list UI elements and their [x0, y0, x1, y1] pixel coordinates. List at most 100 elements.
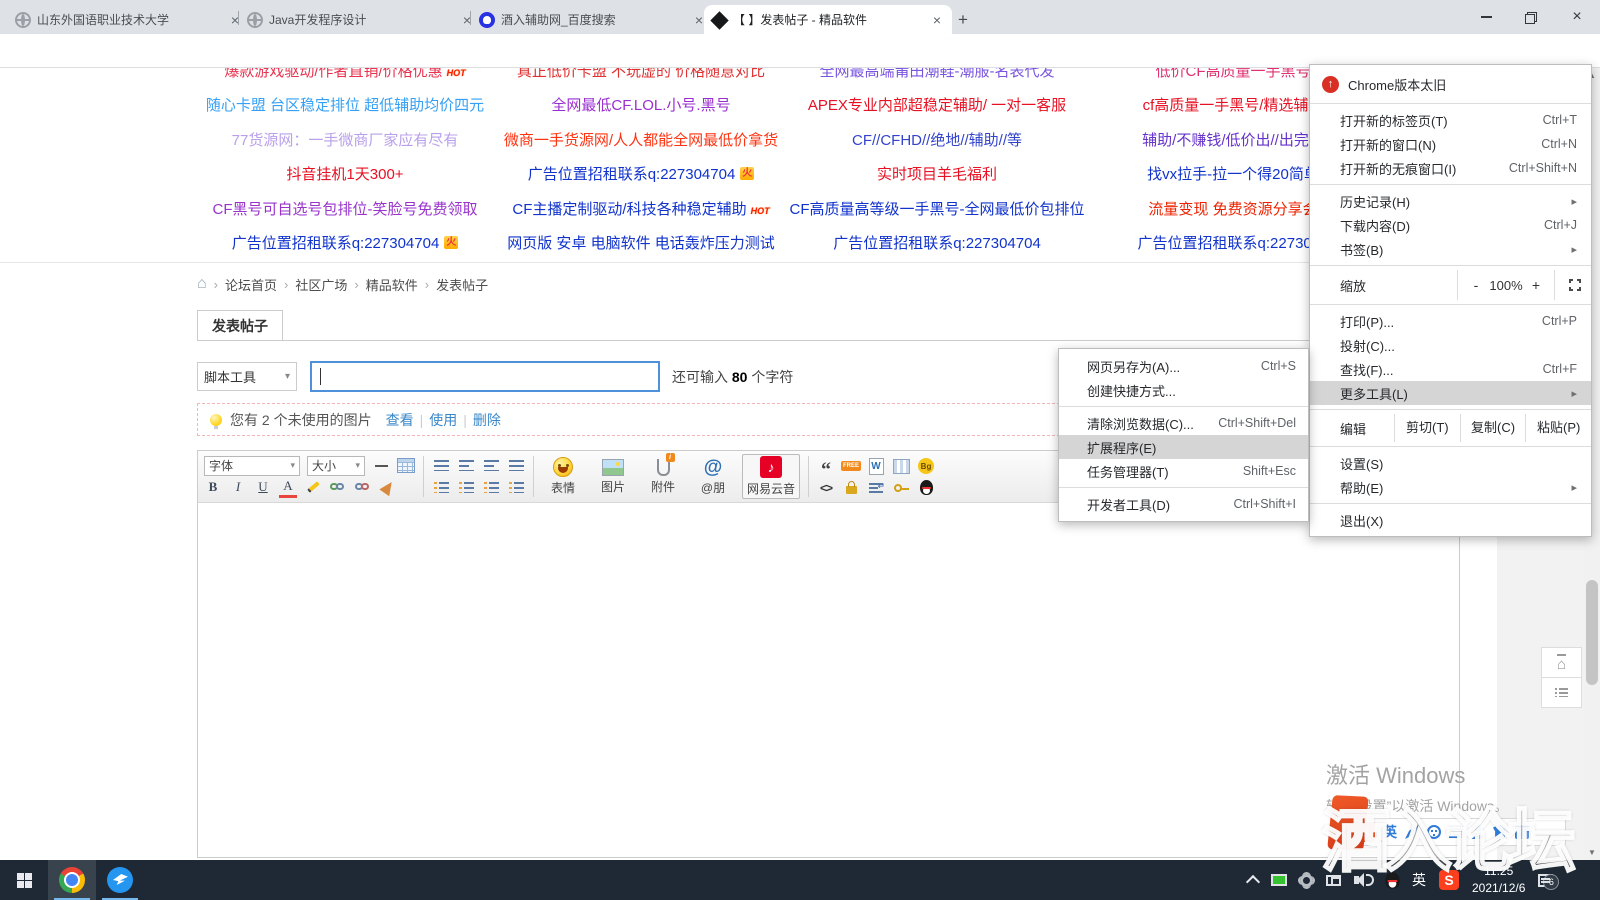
breadcrumb-section[interactable]: 精品软件: [366, 275, 418, 294]
size-select[interactable]: 大小▾: [307, 456, 365, 476]
breadcrumb-community[interactable]: 社区广场: [295, 275, 347, 294]
ad-link[interactable]: 真正低价卡盟 不玩虚的 价格随意对比: [493, 68, 789, 87]
menu-item-cast[interactable]: 投射(C)...: [1310, 333, 1591, 357]
ad-link[interactable]: 实时项目羊毛福利: [789, 156, 1085, 190]
ad-link[interactable]: APEX专业内部超稳定辅助/ 一对一客服: [789, 87, 1085, 121]
maximize-button[interactable]: [1509, 0, 1554, 34]
ad-link[interactable]: 77货源网：一手微商厂家应有尽有: [197, 122, 493, 156]
remove-link-button[interactable]: [354, 478, 372, 496]
ad-link[interactable]: CF黑号可自选号包排位-笑脸号免费领取: [197, 191, 493, 225]
wrap-button[interactable]: [867, 479, 885, 497]
ordered-list-button[interactable]: [482, 478, 500, 496]
submenu-item-save-page[interactable]: 网页另存为(A)...Ctrl+S: [1059, 354, 1308, 378]
browser-tab-3[interactable]: 酒入辅助网_百度搜索 ×: [472, 5, 714, 34]
zoom-out-button[interactable]: -: [1468, 277, 1484, 293]
submenu-item-dev-tools[interactable]: 开发者工具(D)Ctrl+Shift+I: [1059, 492, 1308, 516]
submenu-item-task-manager[interactable]: 任务管理器(T)Shift+Esc: [1059, 459, 1308, 483]
menu-item-settings[interactable]: 设置(S): [1310, 451, 1591, 475]
ad-link[interactable]: 广告位置招租联系q:227304704火: [493, 156, 789, 190]
thread-list-button[interactable]: [1541, 677, 1582, 708]
ad-link[interactable]: 广告位置招租联系q:227304704火: [197, 225, 493, 259]
taskbar-dingtalk-button[interactable]: [96, 860, 144, 900]
insert-link-button[interactable]: [329, 478, 347, 496]
menu-item-find[interactable]: 查找(F)...Ctrl+F: [1310, 357, 1591, 381]
zoom-in-button[interactable]: +: [1528, 277, 1544, 293]
post-tab[interactable]: 发表帖子: [197, 310, 283, 341]
password-button[interactable]: [892, 479, 910, 497]
taskbar-chrome-button[interactable]: [48, 860, 96, 900]
settings-tray-icon[interactable]: [1300, 874, 1313, 887]
bold-button[interactable]: B: [204, 478, 222, 496]
menu-item-paste[interactable]: 粘贴(P): [1525, 414, 1591, 442]
submenu-item-clear-data[interactable]: 清除浏览数据(C)...Ctrl+Shift+Del: [1059, 411, 1308, 435]
word-doc-button[interactable]: W: [867, 457, 885, 475]
tab-close-icon[interactable]: ×: [929, 12, 945, 28]
indent-button[interactable]: [457, 478, 475, 496]
title-input[interactable]: [310, 361, 660, 392]
chrome-update-banner[interactable]: ↑ Chrome版本太旧: [1310, 69, 1591, 99]
outdent-button[interactable]: [432, 478, 450, 496]
netease-music-button[interactable]: ♪ 网易云音: [742, 454, 800, 499]
submenu-item-create-shortcut[interactable]: 创建快捷方式...: [1059, 378, 1308, 402]
browser-tab-4-active[interactable]: 【 】发表帖子 - 精品软件 ×: [704, 5, 952, 34]
browser-tab-2[interactable]: Java开发程序设计 ×: [240, 5, 482, 34]
menu-item-bookmarks[interactable]: 书签(B)▸: [1310, 237, 1591, 261]
new-tab-button[interactable]: +: [950, 7, 976, 33]
ad-link[interactable]: 微商一手货源网/人人都能全网最低价拿货: [493, 122, 789, 156]
fullscreen-icon[interactable]: [1569, 279, 1581, 291]
ad-link[interactable]: 全网最低CF.LOL.小号.黑号: [493, 87, 789, 121]
horizontal-rule-button[interactable]: [372, 457, 390, 475]
delete-images-link[interactable]: 删除: [473, 410, 501, 430]
tray-expand-icon[interactable]: [1246, 874, 1260, 888]
code-button[interactable]: <>: [817, 479, 835, 497]
align-justify-button[interactable]: [432, 457, 450, 475]
attachment-button[interactable]: 附件: [642, 454, 684, 499]
breadcrumb-forum-home[interactable]: 论坛首页: [225, 275, 277, 294]
unordered-list-button[interactable]: [507, 478, 525, 496]
align-center-button[interactable]: [482, 457, 500, 475]
ad-link[interactable]: CF主播定制驱动/科技各种稳定辅助HOT: [493, 191, 789, 225]
menu-item-new-tab[interactable]: 打开新的标签页(T)Ctrl+T: [1310, 108, 1591, 132]
columns-button[interactable]: [892, 457, 910, 475]
free-content-button[interactable]: FREE: [842, 457, 860, 475]
scrollbar-thumb[interactable]: [1586, 580, 1598, 685]
underline-button[interactable]: U: [254, 478, 272, 496]
ad-link[interactable]: CF//CFHD//绝地//辅助//等: [789, 122, 1085, 156]
menu-item-incognito[interactable]: 打开新的无痕窗口(I)Ctrl+Shift+N: [1310, 156, 1591, 180]
editor-textarea[interactable]: [198, 503, 1459, 857]
spellcheck-pencil-button[interactable]: [304, 478, 322, 496]
ad-link[interactable]: 随心卡盟 台区稳定排位 超低辅助均价四元: [197, 87, 493, 121]
mention-button[interactable]: @ @朋: [692, 454, 734, 499]
use-images-link[interactable]: 使用: [429, 410, 457, 430]
qq-button[interactable]: [917, 479, 935, 497]
minimize-button[interactable]: [1464, 0, 1509, 34]
italic-button[interactable]: I: [229, 478, 247, 496]
menu-item-help[interactable]: 帮助(E)▸: [1310, 475, 1591, 499]
category-select[interactable]: 脚本工具 ▾: [197, 362, 297, 391]
align-left-button[interactable]: [457, 457, 475, 475]
menu-item-cut[interactable]: 剪切(T): [1394, 414, 1460, 442]
clear-format-button[interactable]: [379, 478, 397, 496]
menu-item-print[interactable]: 打印(P)...Ctrl+P: [1310, 309, 1591, 333]
menu-item-copy[interactable]: 复制(C): [1460, 414, 1526, 442]
browser-tab-1[interactable]: 山东外国语职业技术大学 ×: [8, 5, 250, 34]
insert-image-button[interactable]: 图片: [592, 454, 634, 499]
ad-link[interactable]: 抖音挂机1天300+: [197, 156, 493, 190]
ad-link[interactable]: 网页版 安卓 电脑软件 电话轰炸压力测试: [493, 225, 789, 259]
menu-item-history[interactable]: 历史记录(H)▸: [1310, 189, 1591, 213]
font-color-button[interactable]: A: [279, 477, 297, 498]
view-images-link[interactable]: 查看: [386, 410, 414, 430]
font-select[interactable]: 字体▾: [204, 456, 300, 476]
background-button[interactable]: Bg: [917, 457, 935, 475]
ad-link[interactable]: CF高质量高等级一手黑号-全网最低价包排位: [789, 191, 1085, 225]
menu-item-new-window[interactable]: 打开新的窗口(N)Ctrl+N: [1310, 132, 1591, 156]
close-button[interactable]: ×: [1554, 0, 1600, 34]
menu-item-more-tools[interactable]: 更多工具(L)▸: [1310, 381, 1591, 405]
submenu-item-extensions[interactable]: 扩展程序(E): [1059, 435, 1308, 459]
menu-item-exit[interactable]: 退出(X): [1310, 508, 1591, 532]
hide-content-button[interactable]: [842, 479, 860, 497]
display-tray-icon[interactable]: [1271, 874, 1287, 886]
scroll-down-icon[interactable]: ▼: [1588, 848, 1596, 857]
ad-link[interactable]: 全网最高端莆田潮鞋-潮服-名表代发: [789, 68, 1085, 87]
align-right-button[interactable]: [507, 457, 525, 475]
